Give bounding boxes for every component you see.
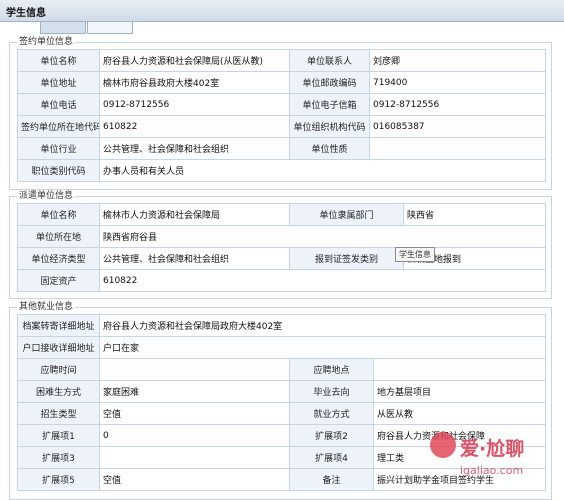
field-label: 签约单位所在地代码 bbox=[17, 115, 100, 138]
field-value: 0912-8712556 bbox=[99, 93, 290, 116]
section-title: 派遣单位信息 bbox=[17, 191, 76, 202]
table-row: 招生类型 空值 就业方式 从医从教 bbox=[17, 402, 546, 425]
field-label: 扩展项1 bbox=[17, 424, 100, 447]
section-title: 签约单位信息 bbox=[17, 37, 76, 48]
field-label: 毕业去向 bbox=[289, 380, 374, 403]
field-value: 陕西省府谷县 bbox=[99, 225, 546, 248]
field-label: 户口接收详细地址 bbox=[17, 336, 100, 359]
field-value: 刘彦卿 bbox=[369, 49, 546, 72]
section-signing-unit: 签约单位信息 单位名称 府谷县人力资源和社会保障局(从医从教) 单位联系人 刘彦… bbox=[9, 37, 552, 190]
field-label: 应聘时间 bbox=[17, 358, 100, 381]
field-label: 扩展项5 bbox=[17, 468, 100, 491]
field-label: 单位行业 bbox=[17, 137, 100, 160]
table-row: 单位名称 府谷县人力资源和社会保障局(从医从教) 单位联系人 刘彦卿 bbox=[17, 49, 546, 72]
section-dispatch-unit: 派遣单位信息 单位名称 榆林市人力资源和社会保障局 单位隶属部门 陕西省 单位所… bbox=[9, 191, 552, 299]
field-value: 610822 bbox=[99, 269, 546, 292]
field-value bbox=[373, 358, 546, 381]
field-value bbox=[99, 446, 290, 469]
field-label: 单位性质 bbox=[289, 137, 370, 160]
hover-tooltip: 学生信息 bbox=[395, 247, 435, 262]
field-value: 榆林市府谷县政府大楼402室 bbox=[99, 71, 290, 94]
table-row: 固定资产 610822 bbox=[17, 269, 546, 292]
table-row: 单位电话 0912-8712556 单位电子信箱 0912-8712556 bbox=[17, 93, 546, 116]
table-row: 档案转寄详细地址 府谷县人力资源和社会保障局政府大楼402室 bbox=[17, 314, 546, 337]
field-value: 719400 bbox=[369, 71, 546, 94]
table-row: 单位地址 榆林市府谷县政府大楼402室 单位邮政编码 719400 bbox=[17, 71, 546, 94]
table-row: 单位行业 公共管理、社会保障和社会组织 单位性质 bbox=[17, 137, 546, 160]
watermark: 爱·尬聊 igaliao.com bbox=[430, 432, 560, 492]
field-label: 扩展项3 bbox=[17, 446, 100, 469]
table-row: 单位所在地 陕西省府谷县 bbox=[17, 225, 546, 248]
field-value: 公共管理、社会保障和社会组织 bbox=[99, 247, 290, 270]
tab-1[interactable] bbox=[40, 22, 86, 34]
table-row: 签约单位所在地代码 610822 单位组织机构代码 016085387 bbox=[17, 115, 546, 138]
field-value bbox=[99, 358, 290, 381]
field-label: 就业方式 bbox=[289, 402, 374, 425]
table-row: 户口接收详细地址 户口在家 bbox=[17, 336, 546, 359]
table-row: 困难生方式 家庭困难 毕业去向 地方基层项目 bbox=[17, 380, 546, 403]
field-value: 公共管理、社会保障和社会组织 bbox=[99, 137, 290, 160]
field-value: 陕西省 bbox=[403, 203, 546, 226]
field-label: 单位名称 bbox=[17, 49, 100, 72]
field-value: 从医从教 bbox=[373, 402, 546, 425]
field-value: 地方基层项目 bbox=[373, 380, 546, 403]
field-label: 扩展项2 bbox=[289, 424, 374, 447]
table-row: 应聘时间 应聘地点 bbox=[17, 358, 546, 381]
field-value: 府谷县人力资源和社会保障局政府大楼402室 bbox=[99, 314, 546, 337]
field-label: 单位名称 bbox=[17, 203, 100, 226]
field-label: 单位组织机构代码 bbox=[289, 115, 370, 138]
field-label: 单位经济类型 bbox=[17, 247, 100, 270]
field-label: 单位地址 bbox=[17, 71, 100, 94]
field-label: 单位电子信箱 bbox=[289, 93, 370, 116]
field-label: 固定资产 bbox=[17, 269, 100, 292]
watermark-logo-icon bbox=[430, 432, 456, 458]
field-value bbox=[369, 137, 546, 160]
field-label: 单位邮政编码 bbox=[289, 71, 370, 94]
signing-unit-table: 单位名称 府谷县人力资源和社会保障局(从医从教) 单位联系人 刘彦卿 单位地址 … bbox=[17, 49, 546, 182]
field-label: 扩展项4 bbox=[289, 446, 374, 469]
watermark-brand: 爱·尬聊 bbox=[460, 438, 525, 460]
field-label: 单位隶属部门 bbox=[289, 203, 404, 226]
watermark-url: igaliao.com bbox=[460, 464, 524, 477]
field-label: 职位类别代码 bbox=[17, 159, 100, 182]
field-label: 应聘地点 bbox=[289, 358, 374, 381]
table-row: 单位名称 榆林市人力资源和社会保障局 单位隶属部门 陕西省 bbox=[17, 203, 546, 226]
field-value: 榆林市人力资源和社会保障局 bbox=[99, 203, 290, 226]
tab-2[interactable] bbox=[87, 22, 133, 34]
field-value: 府谷县人力资源和社会保障局(从医从教) bbox=[99, 49, 290, 72]
window-titlebar: 学生信息 bbox=[0, 0, 564, 22]
field-label: 单位所在地 bbox=[17, 225, 100, 248]
field-label: 档案转寄详细地址 bbox=[17, 314, 100, 337]
field-value: 016085387 bbox=[369, 115, 546, 138]
field-label: 困难生方式 bbox=[17, 380, 100, 403]
field-label: 备注 bbox=[289, 468, 374, 491]
table-row: 职位类别代码 办事人员和有关人员 bbox=[17, 159, 546, 182]
field-label: 单位联系人 bbox=[289, 49, 370, 72]
field-value: 空值 bbox=[99, 468, 290, 491]
field-label: 招生类型 bbox=[17, 402, 100, 425]
field-value: 0 bbox=[99, 424, 290, 447]
table-row: 单位经济类型 公共管理、社会保障和社会组织 报到证签发类别 去就业地报到 bbox=[17, 247, 546, 270]
field-value: 610822 bbox=[99, 115, 290, 138]
field-label: 单位电话 bbox=[17, 93, 100, 116]
field-value: 空值 bbox=[99, 402, 290, 425]
field-value: 办事人员和有关人员 bbox=[99, 159, 546, 182]
section-title: 其他就业信息 bbox=[17, 302, 76, 313]
window-title: 学生信息 bbox=[6, 8, 46, 19]
field-label: 报到证签发类别 bbox=[289, 247, 404, 270]
field-value: 家庭困难 bbox=[99, 380, 290, 403]
field-value: 0912-8712556 bbox=[369, 93, 546, 116]
dispatch-unit-table: 单位名称 榆林市人力资源和社会保障局 单位隶属部门 陕西省 单位所在地 陕西省府… bbox=[17, 203, 546, 292]
field-value: 户口在家 bbox=[99, 336, 546, 359]
